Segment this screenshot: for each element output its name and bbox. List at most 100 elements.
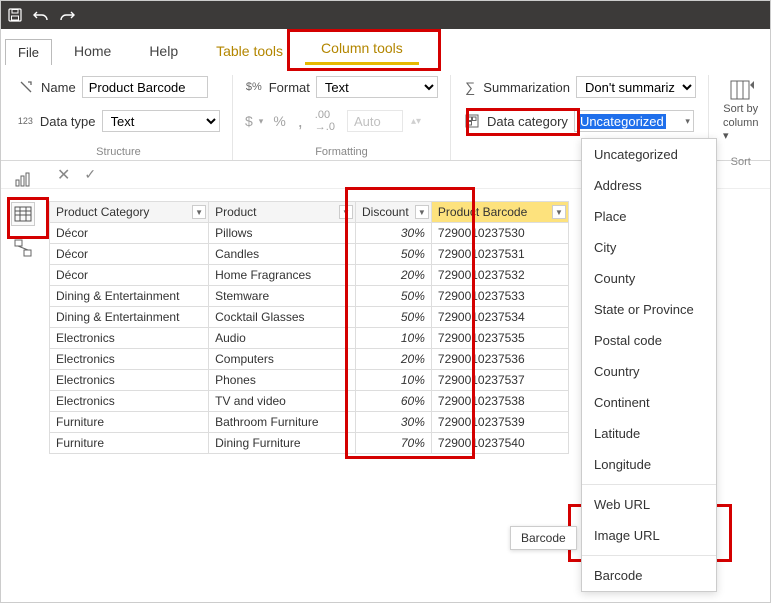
table-cell: 30%	[356, 223, 432, 244]
table-cell: Electronics	[50, 370, 209, 391]
table-cell: 60%	[356, 391, 432, 412]
table-row[interactable]: ElectronicsAudio10%7290010237535	[50, 328, 569, 349]
table-row[interactable]: ElectronicsPhones10%7290010237537	[50, 370, 569, 391]
table-row[interactable]: FurnitureBathroom Furniture30%7290010237…	[50, 412, 569, 433]
table-cell: Home Fragrances	[209, 265, 356, 286]
dropdown-item[interactable]: Address	[582, 170, 716, 201]
redo-icon[interactable]	[59, 7, 75, 23]
table-cell: 30%	[356, 412, 432, 433]
table-cell: 10%	[356, 328, 432, 349]
dropdown-item[interactable]: Uncategorized	[582, 139, 716, 170]
data-view-icon[interactable]	[11, 202, 35, 226]
table-cell: Dining & Entertainment	[50, 307, 209, 328]
table-row[interactable]: Dining & EntertainmentStemware50%7290010…	[50, 286, 569, 307]
decimal-button[interactable]: .00→.0	[315, 109, 335, 133]
table-cell: Décor	[50, 223, 209, 244]
table-cell: 7290010237533	[431, 286, 568, 307]
dropdown-item[interactable]: Image URL	[582, 520, 716, 551]
tooltip-barcode: Barcode	[510, 526, 577, 550]
column-header[interactable]: Product▼	[209, 202, 356, 223]
table-cell: Pillows	[209, 223, 356, 244]
table-cell: Bathroom Furniture	[209, 412, 356, 433]
table-cell: 50%	[356, 286, 432, 307]
table-cell: Computers	[209, 349, 356, 370]
dropdown-item[interactable]: Latitude	[582, 418, 716, 449]
table-cell: Décor	[50, 265, 209, 286]
dropdown-separator	[582, 484, 716, 485]
dropdown-item[interactable]: Continent	[582, 387, 716, 418]
group-formatting: $% Format Text $ ▾ % , .00→.0 ▴▾ Formatt…	[245, 75, 451, 160]
currency-button[interactable]: $	[245, 113, 253, 129]
table-cell: Electronics	[50, 349, 209, 370]
column-filter-icon[interactable]: ▼	[552, 205, 566, 219]
summarization-label: Summarization	[483, 80, 570, 95]
table-row[interactable]: FurnitureDining Furniture70%729001023754…	[50, 433, 569, 454]
comma-button[interactable]: ,	[298, 117, 303, 125]
dropdown-item[interactable]: Longitude	[582, 449, 716, 480]
table-row[interactable]: DécorCandles50%7290010237531	[50, 244, 569, 265]
name-label: Name	[41, 80, 76, 95]
save-icon[interactable]	[7, 7, 23, 23]
table-cell: Dining & Entertainment	[50, 286, 209, 307]
data-category-dropdown: UncategorizedAddressPlaceCityCountyState…	[581, 138, 717, 592]
sigma-icon: ∑	[463, 78, 477, 96]
dropdown-item[interactable]: Place	[582, 201, 716, 232]
table-row[interactable]: ElectronicsTV and video60%7290010237538	[50, 391, 569, 412]
table-cell: 50%	[356, 307, 432, 328]
table-cell: Furniture	[50, 412, 209, 433]
column-filter-icon[interactable]: ▼	[339, 205, 353, 219]
column-filter-icon[interactable]: ▼	[192, 205, 206, 219]
dropdown-item[interactable]: Postal code	[582, 325, 716, 356]
file-menu[interactable]: File	[5, 39, 52, 65]
table-row[interactable]: DécorPillows30%7290010237530	[50, 223, 569, 244]
table-cell: Décor	[50, 244, 209, 265]
table-cell: 7290010237534	[431, 307, 568, 328]
datatype-select[interactable]: Text	[102, 110, 221, 132]
table-cell: 7290010237532	[431, 265, 568, 286]
formula-commit-icon[interactable]: ✓	[84, 166, 96, 183]
table-cell: 7290010237539	[431, 412, 568, 433]
column-header[interactable]: Product Barcode▼	[431, 202, 568, 223]
dropdown-item-barcode[interactable]: Barcode	[582, 560, 716, 591]
column-header[interactable]: Product Category▼	[50, 202, 209, 223]
table-cell: 7290010237536	[431, 349, 568, 370]
tab-table-tools[interactable]: Table tools	[200, 37, 299, 65]
table-cell: Phones	[209, 370, 356, 391]
dropdown-item[interactable]: State or Province	[582, 294, 716, 325]
group-structure-label: Structure	[17, 146, 220, 160]
table-cell: TV and video	[209, 391, 356, 412]
tab-help[interactable]: Help	[133, 37, 194, 65]
dropdown-item[interactable]: Country	[582, 356, 716, 387]
category-icon	[463, 112, 481, 130]
table-row[interactable]: DécorHome Fragrances20%7290010237532	[50, 265, 569, 286]
table-cell: 7290010237538	[431, 391, 568, 412]
table-cell: Electronics	[50, 391, 209, 412]
left-rail	[1, 194, 45, 260]
titlebar	[1, 1, 770, 29]
summarization-select[interactable]: Don't summarize	[576, 76, 696, 98]
tab-home[interactable]: Home	[58, 37, 127, 65]
table-cell: 7290010237531	[431, 244, 568, 265]
dropdown-item[interactable]: County	[582, 263, 716, 294]
column-filter-icon[interactable]: ▼	[415, 205, 429, 219]
table-cell: Cocktail Glasses	[209, 307, 356, 328]
table-row[interactable]: Dining & EntertainmentCocktail Glasses50…	[50, 307, 569, 328]
auto-input[interactable]	[347, 110, 403, 132]
group-structure: Name 123 Data type Text Structure	[17, 75, 233, 160]
report-view-icon[interactable]	[11, 168, 35, 192]
undo-icon[interactable]	[33, 7, 49, 23]
sort-icon	[727, 79, 755, 101]
table-row[interactable]: ElectronicsComputers20%7290010237536	[50, 349, 569, 370]
model-view-icon[interactable]	[11, 236, 35, 260]
sort-by-column-button[interactable]: Sort by column ▾	[721, 75, 760, 146]
table-cell: Furniture	[50, 433, 209, 454]
dropdown-item[interactable]: Web URL	[582, 489, 716, 520]
format-select[interactable]: Text	[316, 76, 438, 98]
formula-discard-icon[interactable]: ✕	[57, 165, 70, 185]
name-input[interactable]	[82, 76, 208, 98]
column-header[interactable]: Discount▼	[356, 202, 432, 223]
percent-button[interactable]: %	[273, 113, 285, 129]
tab-column-tools[interactable]: Column tools	[305, 34, 419, 65]
dropdown-item[interactable]: City	[582, 232, 716, 263]
category-select[interactable]: Uncategorized ▾	[574, 110, 694, 132]
